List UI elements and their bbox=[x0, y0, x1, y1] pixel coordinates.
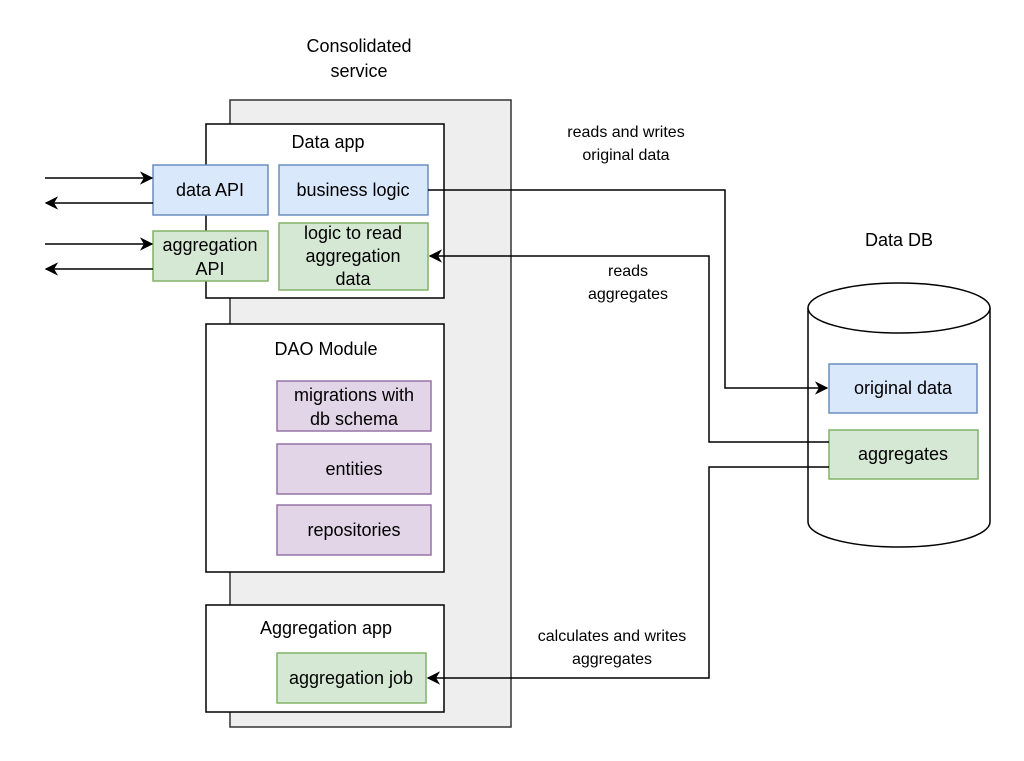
edge-label-rw-line2: original data bbox=[582, 147, 669, 164]
service-title-line2: service bbox=[330, 61, 387, 81]
repositories-label: repositories bbox=[307, 520, 400, 540]
db-title: Data DB bbox=[865, 230, 933, 250]
business-logic-label: business logic bbox=[296, 180, 409, 200]
migrations-line2: db schema bbox=[310, 409, 399, 429]
migrations-line1: migrations with bbox=[294, 385, 414, 405]
edge-label-read-line2: aggregates bbox=[588, 286, 668, 303]
data-app-title: Data app bbox=[291, 132, 364, 152]
read-logic-line3: data bbox=[335, 269, 371, 289]
read-logic-line2: aggregation bbox=[305, 246, 400, 266]
db-cylinder-top bbox=[807, 282, 991, 334]
entities-label: entities bbox=[325, 459, 382, 479]
edge-label-calc-line1: calculates and writes bbox=[538, 628, 687, 645]
edge-label-read-line1: reads bbox=[608, 263, 648, 280]
service-title-line1: Consolidated bbox=[306, 36, 411, 56]
read-logic-line1: logic to read bbox=[304, 223, 402, 243]
aggregation-api-line1: aggregation bbox=[162, 235, 257, 255]
aggregates-label: aggregates bbox=[858, 444, 948, 464]
original-data-label: original data bbox=[854, 378, 953, 398]
db-cylinder-body bbox=[807, 308, 991, 548]
architecture-diagram: Consolidated service Data app data API b… bbox=[44, 36, 991, 728]
dao-module-title: DAO Module bbox=[274, 339, 377, 359]
aggregation-app-title: Aggregation app bbox=[260, 618, 392, 638]
aggregation-job-label: aggregation job bbox=[289, 668, 413, 688]
edge-label-rw-line1: reads and writes bbox=[567, 124, 684, 141]
aggregation-api-line2: API bbox=[195, 259, 224, 279]
data-api-label: data API bbox=[176, 180, 244, 200]
edge-label-calc-line2: aggregates bbox=[572, 651, 652, 668]
